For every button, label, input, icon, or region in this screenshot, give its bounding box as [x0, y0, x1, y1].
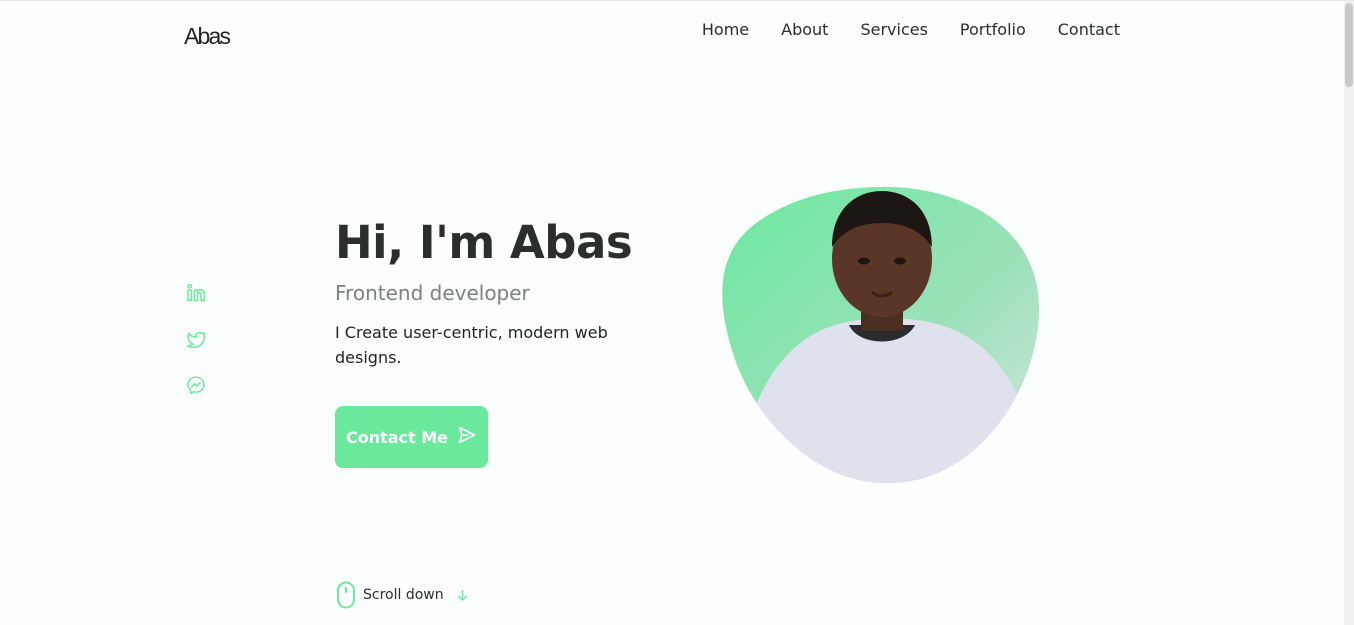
nav-home[interactable]: Home	[702, 20, 749, 39]
arrow-down-icon	[450, 589, 469, 602]
send-icon	[457, 425, 477, 449]
social-links	[186, 283, 206, 395]
hero-subtitle: Frontend developer	[335, 281, 530, 305]
nav-portfolio[interactable]: Portfolio	[960, 20, 1026, 39]
hero-title: Hi, I'm Abas	[335, 216, 633, 269]
messenger-icon[interactable]	[186, 375, 206, 395]
scroll-down-label: Scroll down	[363, 587, 444, 603]
twitter-icon[interactable]	[186, 329, 206, 349]
scrollbar-thumb[interactable]	[1345, 3, 1353, 87]
profile-blob	[722, 186, 1040, 484]
hero-description: I Create user-centric, modern web design…	[335, 323, 608, 367]
nav-services[interactable]: Services	[860, 20, 927, 39]
nav-contact[interactable]: Contact	[1058, 20, 1120, 39]
logo[interactable]: Abas	[184, 23, 231, 50]
contact-me-button[interactable]: Contact Me	[335, 406, 488, 468]
linkedin-icon[interactable]	[186, 283, 206, 303]
contact-me-label: Contact Me	[345, 427, 449, 447]
scrollbar[interactable]	[1344, 1, 1354, 625]
hero-text: Hi, I'm Abas Frontend developer I Create…	[335, 216, 655, 370]
nav-about[interactable]: About	[781, 20, 828, 39]
mouse-icon	[336, 581, 356, 609]
header: Abas Home About Services Portfolio Conta…	[0, 1, 1344, 61]
main-nav: Home About Services Portfolio Contact	[702, 20, 1120, 39]
scroll-down[interactable]: Scroll down	[336, 581, 469, 609]
profile-image	[719, 185, 1041, 485]
